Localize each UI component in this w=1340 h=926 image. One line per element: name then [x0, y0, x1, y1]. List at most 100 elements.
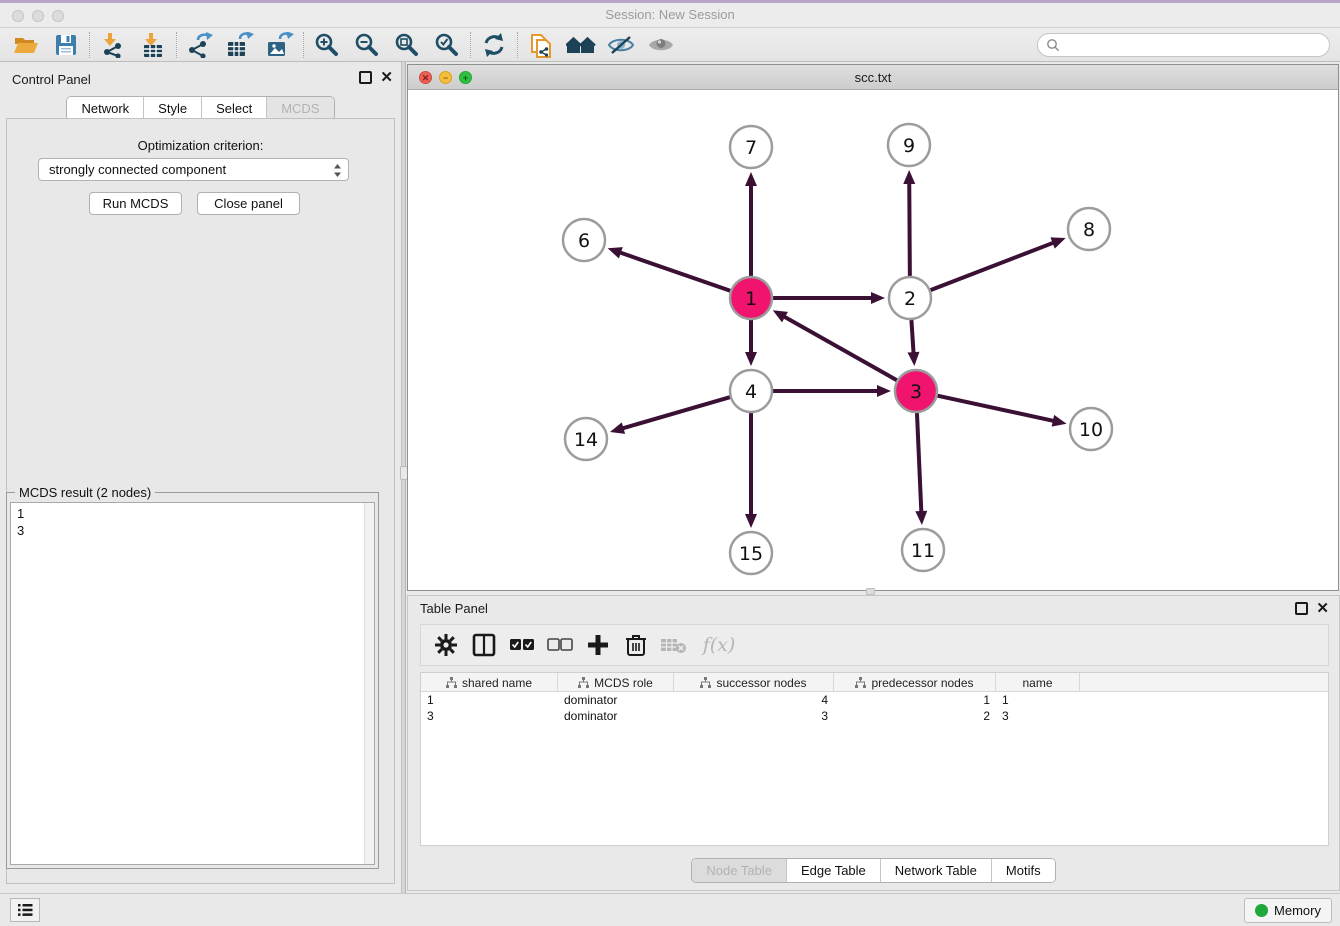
graph-node-3[interactable]: 3	[895, 370, 937, 412]
dropdown-stepper-icon	[333, 163, 342, 181]
column-header-MCDS-role[interactable]: MCDS role	[558, 673, 674, 692]
table-cell[interactable]: 1	[834, 692, 996, 708]
edge-3-1[interactable]	[783, 316, 897, 380]
float-table-panel-icon[interactable]	[1295, 602, 1308, 615]
first-neighbors-button[interactable]	[561, 30, 601, 60]
arrowhead-1-4	[745, 352, 757, 366]
column-header-name[interactable]: name	[996, 673, 1080, 692]
tab-style[interactable]: Style	[144, 97, 202, 120]
show-all-button[interactable]	[641, 30, 681, 60]
tab-select[interactable]: Select	[202, 97, 267, 120]
export-image-button[interactable]	[260, 30, 300, 60]
mcds-result-textarea[interactable]: 13	[10, 502, 375, 865]
zoom-in-button[interactable]	[307, 30, 347, 60]
column-header-successor-nodes[interactable]: successor nodes	[674, 673, 834, 692]
hide-selected-button[interactable]	[601, 30, 641, 60]
column-label: predecessor nodes	[871, 676, 973, 690]
delete-table-button[interactable]	[657, 628, 691, 662]
table-cell[interactable]: 3	[674, 708, 834, 724]
table-cell[interactable]: 3	[996, 708, 1080, 724]
edge-1-6[interactable]	[619, 252, 730, 291]
add-column-button[interactable]	[581, 628, 615, 662]
edge-2-9[interactable]	[909, 182, 910, 276]
node-label: 8	[1083, 219, 1095, 241]
vertical-splitter[interactable]	[401, 62, 406, 893]
import-network-button[interactable]	[93, 30, 133, 60]
node-label: 14	[574, 429, 598, 451]
save-session-button[interactable]	[46, 30, 86, 60]
columns-icon	[472, 633, 496, 657]
graph-node-2[interactable]: 2	[889, 277, 931, 319]
tab-network-table[interactable]: Network Table	[881, 859, 992, 882]
task-history-button[interactable]	[10, 898, 40, 922]
table-settings-button[interactable]	[429, 628, 463, 662]
export-table-button[interactable]	[220, 30, 260, 60]
column-header-shared-name[interactable]: shared name	[421, 673, 558, 692]
zoom-out-button[interactable]	[347, 30, 387, 60]
table-cell[interactable]: dominator	[558, 692, 674, 708]
table-cell[interactable]: 3	[421, 708, 558, 724]
export-network-button[interactable]	[180, 30, 220, 60]
table-tabs: Node TableEdge TableNetwork TableMotifs	[408, 858, 1339, 883]
graph-node-1[interactable]: 1	[730, 277, 772, 319]
control-panel: Control Panel ✕ NetworkStyleSelectMCDS O…	[0, 62, 401, 893]
search-input[interactable]	[1037, 33, 1330, 57]
graph-node-11[interactable]: 11	[902, 529, 944, 571]
result-scrollbar[interactable]	[364, 503, 374, 864]
function-builder-button[interactable]: f(x)	[695, 628, 743, 662]
graph-node-14[interactable]: 14	[565, 418, 607, 460]
splitter-handle[interactable]	[866, 588, 875, 595]
run-mcds-button[interactable]: Run MCDS	[89, 192, 182, 215]
graph-node-8[interactable]: 8	[1068, 208, 1110, 250]
graph-node-15[interactable]: 15	[730, 532, 772, 574]
close-panel-button[interactable]: Close panel	[197, 192, 300, 215]
copy-network-button[interactable]	[521, 30, 561, 60]
table-row[interactable]: 1dominator411	[421, 692, 1328, 708]
zoom-fit-button[interactable]	[387, 30, 427, 60]
memory-button[interactable]: Memory	[1244, 898, 1332, 923]
arrowhead-1-7	[745, 172, 757, 186]
edge-2-3[interactable]	[911, 320, 913, 354]
select-all-columns-button[interactable]	[505, 628, 539, 662]
table-cell[interactable]: dominator	[558, 708, 674, 724]
node-label: 3	[910, 381, 922, 403]
edge-3-11[interactable]	[917, 413, 921, 513]
close-table-panel-icon[interactable]: ✕	[1316, 602, 1329, 615]
edge-4-14[interactable]	[622, 397, 730, 429]
graph-node-4[interactable]: 4	[730, 370, 772, 412]
edge-3-10[interactable]	[937, 396, 1054, 421]
import-table-button[interactable]	[133, 30, 173, 60]
tab-node-table[interactable]: Node Table	[692, 859, 787, 882]
close-panel-icon[interactable]: ✕	[380, 71, 393, 84]
graph-node-7[interactable]: 7	[730, 126, 772, 168]
network-graph[interactable]: 7 9 6 8 1 2 4 3 14 10 15 11	[408, 90, 1338, 590]
criterion-dropdown[interactable]: strongly connected component	[38, 158, 349, 181]
graph-node-10[interactable]: 10	[1070, 408, 1112, 450]
zoom-selected-button[interactable]	[427, 30, 467, 60]
arrowhead-4-15	[745, 514, 757, 528]
open-session-button[interactable]	[6, 30, 46, 60]
tab-edge-table[interactable]: Edge Table	[787, 859, 881, 882]
graph-node-6[interactable]: 6	[563, 219, 605, 261]
network-window-titlebar[interactable]: ✕ − + scc.txt	[408, 65, 1338, 90]
table-panel-title: Table Panel	[420, 601, 488, 616]
edge-2-8[interactable]	[931, 242, 1055, 290]
table-cell[interactable]: 1	[996, 692, 1080, 708]
split-columns-button[interactable]	[467, 628, 501, 662]
table-row[interactable]: 3dominator323	[421, 708, 1328, 724]
graph-node-9[interactable]: 9	[888, 124, 930, 166]
float-panel-icon[interactable]	[359, 71, 372, 84]
tab-network[interactable]: Network	[67, 97, 144, 120]
unselect-all-columns-button[interactable]	[543, 628, 577, 662]
table-cell[interactable]: 2	[834, 708, 996, 724]
table-cell[interactable]: 4	[674, 692, 834, 708]
tab-motifs[interactable]: Motifs	[992, 859, 1055, 882]
table-cell[interactable]: 1	[421, 692, 558, 708]
node-label: 6	[578, 230, 590, 252]
network-canvas[interactable]: 7 9 6 8 1 2 4 3 14 10 15 11	[408, 90, 1338, 590]
apply-layout-button[interactable]	[474, 30, 514, 60]
zoom-out-icon	[354, 32, 380, 58]
column-header-predecessor-nodes[interactable]: predecessor nodes	[834, 673, 996, 692]
delete-column-button[interactable]	[619, 628, 653, 662]
tab-mcds[interactable]: MCDS	[267, 97, 333, 120]
